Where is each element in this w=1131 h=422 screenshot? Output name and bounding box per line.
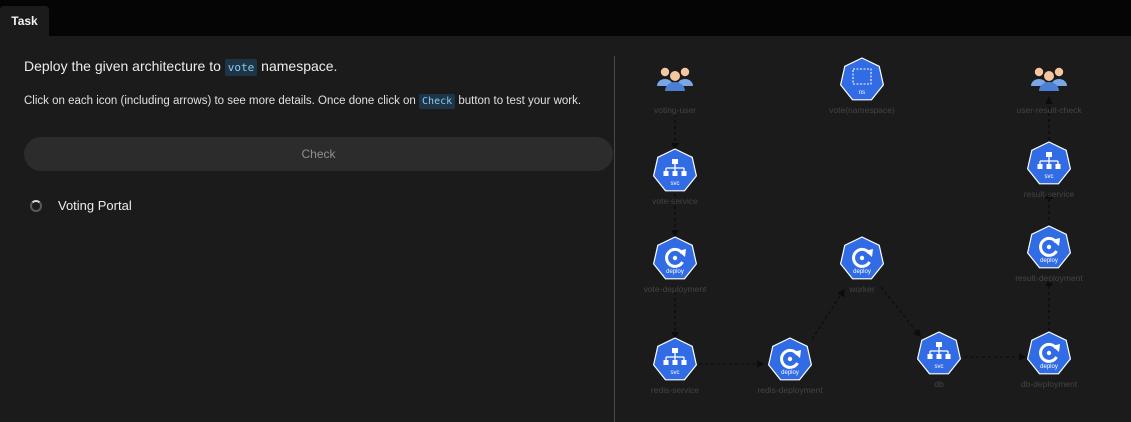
node-badge: deploy xyxy=(781,370,799,376)
node-label: db-deployment xyxy=(1021,379,1078,389)
node-badge: deploy xyxy=(1040,258,1058,264)
node-redis-deployment[interactable]: deploy redis-deployment xyxy=(757,337,823,395)
task-panel: Deploy the given architecture to vote na… xyxy=(0,36,614,422)
namespace-code: vote xyxy=(224,59,258,76)
diagram-canvas: voting-user ns vote(namespace) user-result-… xyxy=(644,57,1083,395)
node-badge: svc xyxy=(671,370,680,376)
node-badge: svc xyxy=(1045,174,1054,180)
instruction-suffix: button to test your work. xyxy=(458,95,582,107)
node-label: result-service xyxy=(1024,189,1075,199)
node-worker[interactable]: deploy worker xyxy=(839,236,885,294)
task-instructions: Click on each icon (including arrows) to… xyxy=(24,94,582,109)
node-label: result-deployment xyxy=(1015,273,1083,283)
node-label: vote-service xyxy=(652,196,698,206)
architecture-diagram: voting-user ns vote(namespace) user-result-… xyxy=(615,36,1131,422)
node-badge: deploy xyxy=(666,269,684,275)
node-badge: deploy xyxy=(1040,364,1058,370)
node-label: vote(namespace) xyxy=(829,105,895,115)
node-badge: deploy xyxy=(853,269,871,275)
node-label: worker xyxy=(848,284,875,294)
node-redis-service[interactable]: svc redis-service xyxy=(651,337,699,395)
users-icon xyxy=(657,67,693,91)
tab-task[interactable]: Task xyxy=(0,6,49,36)
loading-spinner-icon xyxy=(30,199,42,212)
node-vote-deployment[interactable]: deploy vote-deployment xyxy=(644,236,707,294)
node-result-deployment[interactable]: deploy result-deployment xyxy=(1015,225,1083,283)
check-code: Check xyxy=(419,94,456,109)
node-db[interactable]: svc db xyxy=(916,331,962,389)
instruction-prefix: Click on each icon (including arrows) to… xyxy=(24,95,416,107)
node-label: redis-service xyxy=(651,385,699,395)
node-label: user-result-check xyxy=(1016,105,1082,115)
node-badge: svc xyxy=(671,181,680,187)
arrow-redis-deployment-to-worker[interactable] xyxy=(811,288,845,340)
heading-prefix: Deploy the given architecture to xyxy=(24,58,221,74)
node-badge: ns xyxy=(859,90,865,96)
task-heading: Deploy the given architecture to vote na… xyxy=(24,58,338,76)
top-bar: Task xyxy=(0,0,1131,36)
check-button[interactable]: Check xyxy=(24,137,613,171)
node-label: vote-deployment xyxy=(644,284,707,294)
heading-suffix: namespace. xyxy=(261,58,338,74)
node-vote-service[interactable]: svc vote-service xyxy=(652,148,698,206)
node-db-deployment[interactable]: deploy db-deployment xyxy=(1021,331,1078,389)
node-label: db xyxy=(934,379,944,389)
node-label: redis-deployment xyxy=(757,385,823,395)
users-icon xyxy=(1031,67,1067,91)
node-result-service[interactable]: svc result-service xyxy=(1024,141,1075,199)
node-label: voting-user xyxy=(654,105,696,115)
node-badge: svc xyxy=(935,364,944,370)
task-item-label: Voting Portal xyxy=(58,198,132,213)
arrow-worker-to-db[interactable] xyxy=(880,286,921,338)
node-voting-user[interactable]: voting-user xyxy=(654,67,696,115)
task-item-voting-portal: Voting Portal xyxy=(30,198,132,213)
node-vote-namespace[interactable]: ns vote(namespace) xyxy=(829,57,895,115)
node-user-result-check[interactable]: user-result-check xyxy=(1016,67,1082,115)
